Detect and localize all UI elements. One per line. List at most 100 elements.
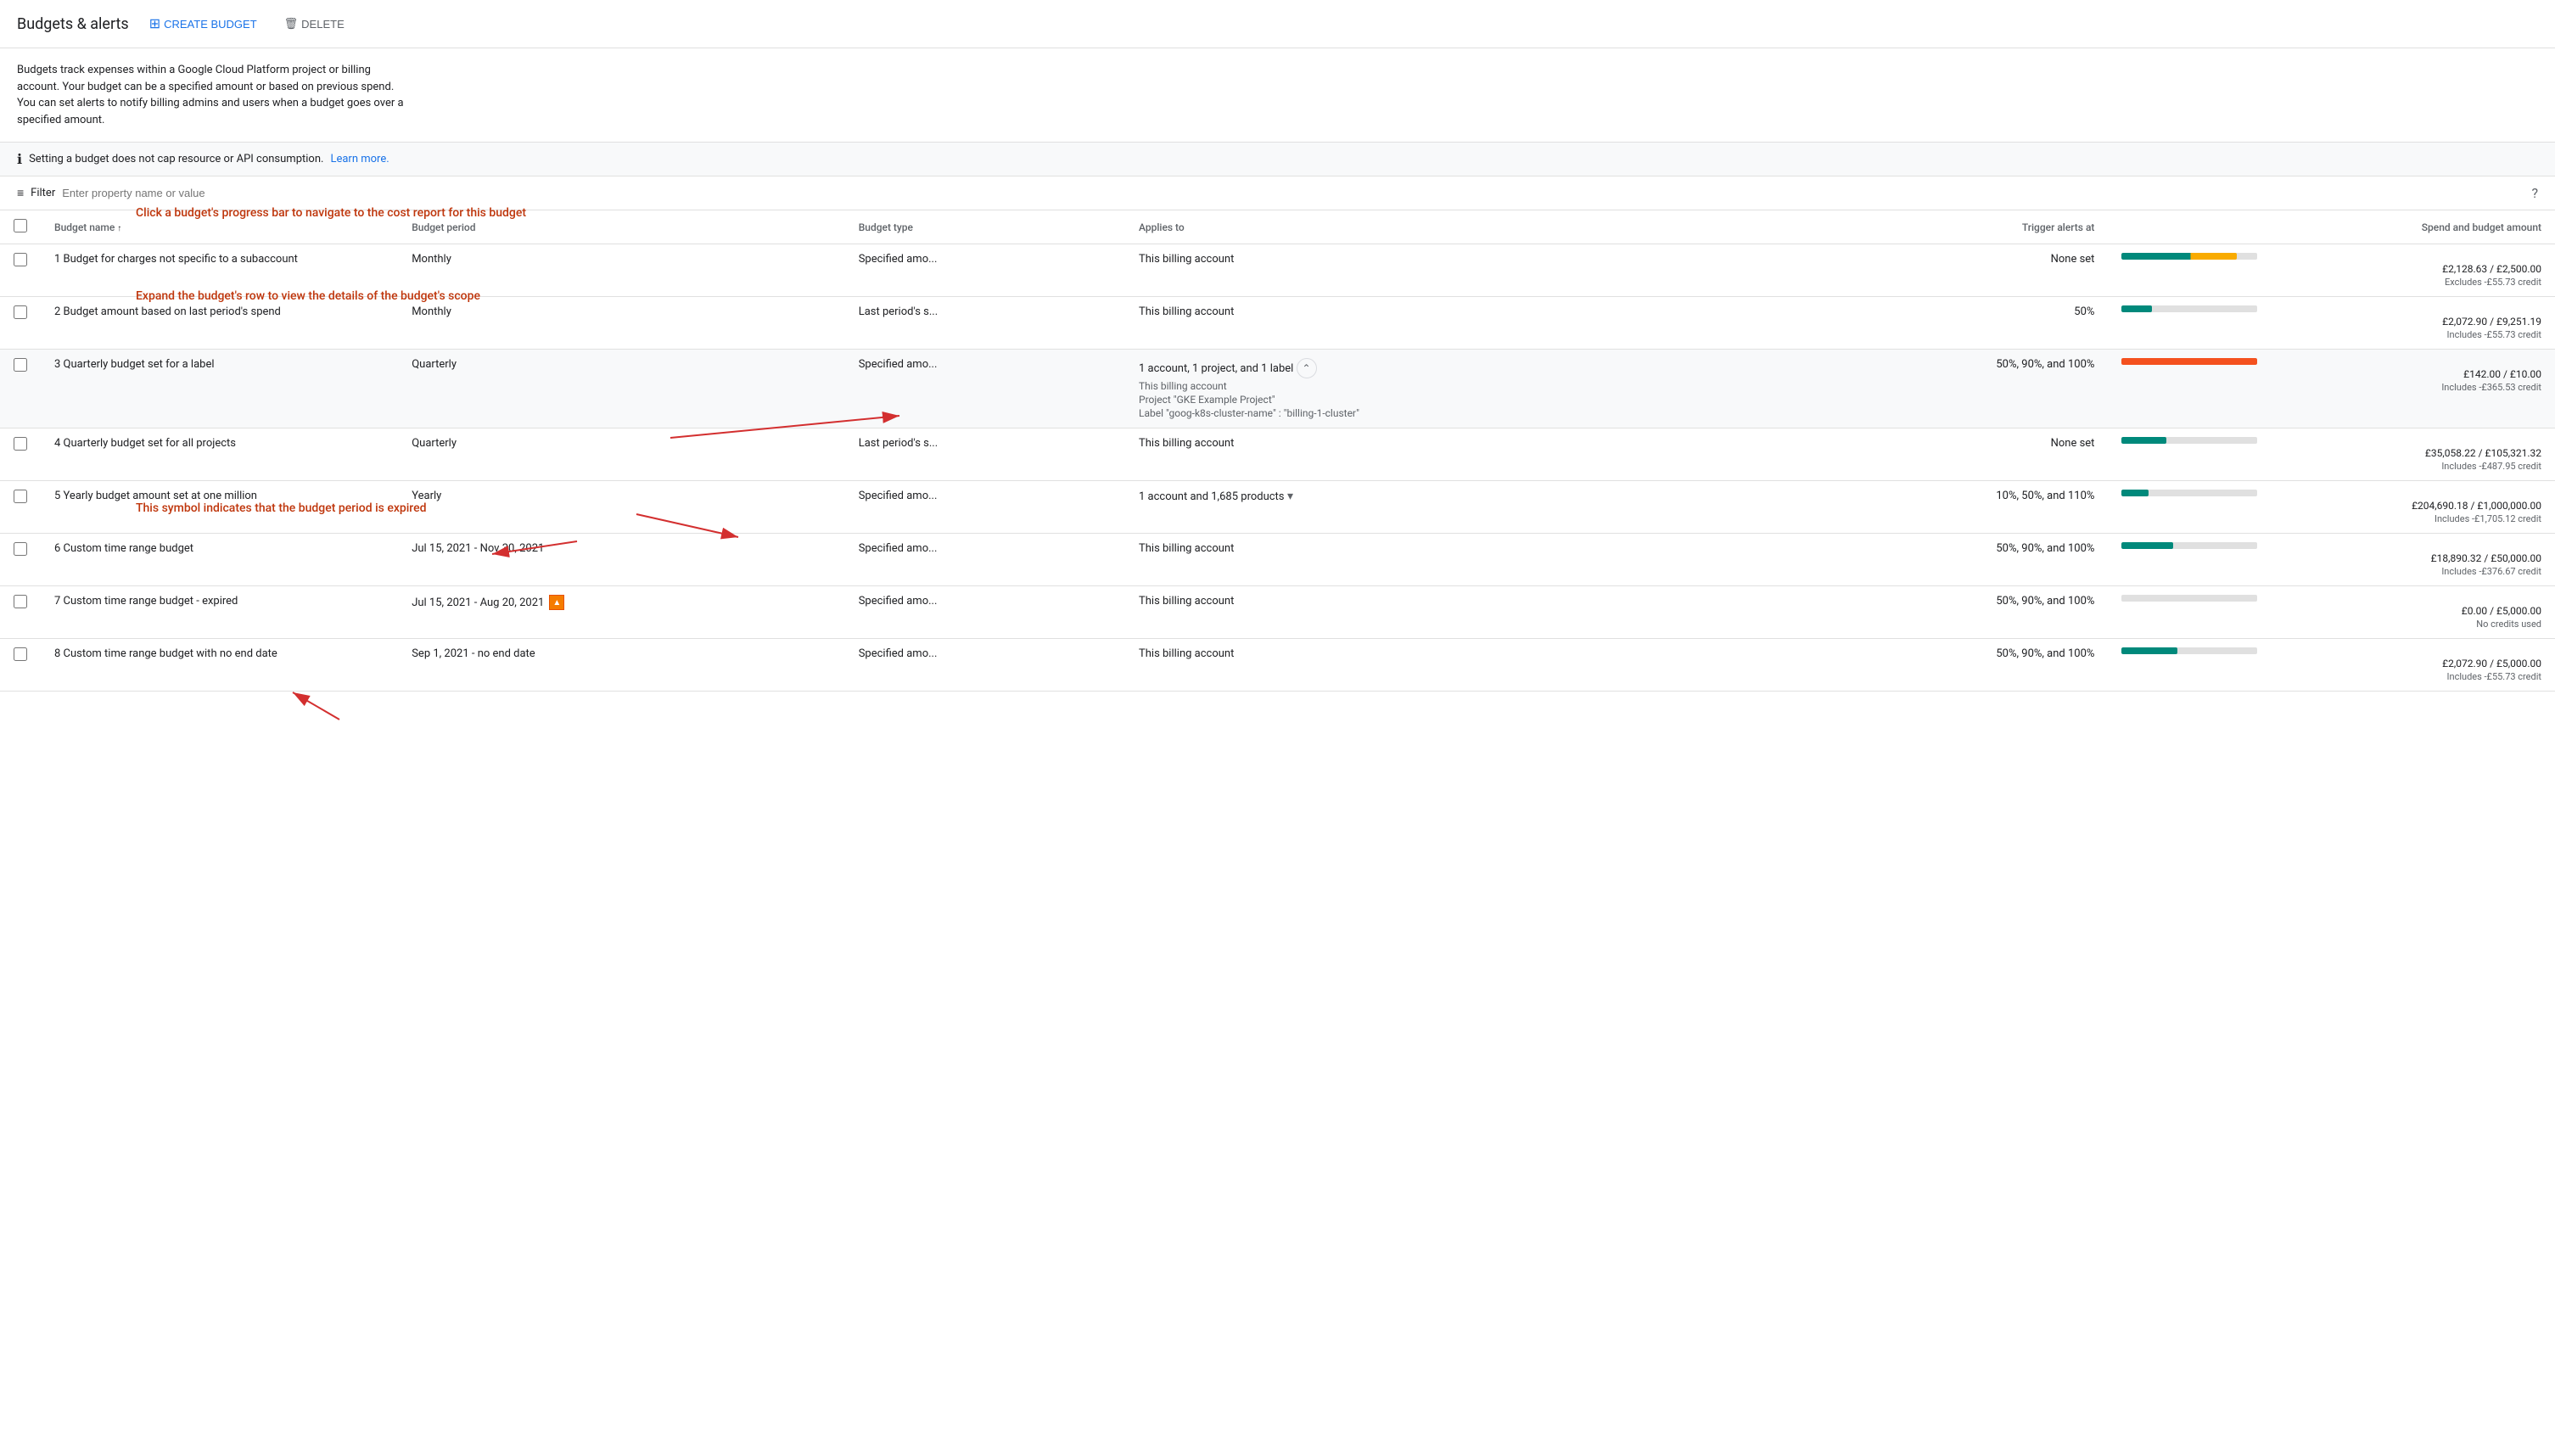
row-checkbox-cell[interactable] xyxy=(0,244,41,297)
applies-to-text: This billing account xyxy=(1139,437,1234,450)
progress-fill xyxy=(2121,647,2177,654)
budget-period-text: Monthly xyxy=(412,253,451,266)
applies-to-cell: This billing account xyxy=(1125,244,1778,297)
spend-cell: £18,890.32 / £50,000.00 Includes -£376.6… xyxy=(2108,534,2555,586)
spend-amount: £2,072.90 / £5,000.00 xyxy=(2121,658,2541,669)
budget-type-cell: Specified amo... xyxy=(845,350,1125,428)
sort-icon[interactable]: ↑ xyxy=(117,224,121,233)
budget-period-cell: Jul 15, 2021 - Aug 20, 2021 ▲ xyxy=(398,586,845,639)
col-header-spend: Spend and budget amount xyxy=(2108,210,2555,244)
applies-to-text: This billing account xyxy=(1139,542,1234,555)
spend-cell: £2,128.63 / £2,500.00 Excludes -£55.73 c… xyxy=(2108,244,2555,297)
applies-to-text: 1 account and 1,685 products xyxy=(1139,490,1285,503)
progress-bar[interactable] xyxy=(2121,253,2257,260)
learn-more-link[interactable]: Learn more. xyxy=(330,153,389,165)
budget-type-text: Specified amo... xyxy=(859,647,938,660)
trigger-text: 50%, 90%, and 100% xyxy=(1996,647,2094,660)
table-row: 4 Quarterly budget set for all projects … xyxy=(0,428,2555,481)
row-checkbox-cell[interactable] xyxy=(0,586,41,639)
trigger-text: 50% xyxy=(2074,305,2094,318)
progress-fill xyxy=(2121,253,2237,260)
budget-period-text: Yearly xyxy=(412,490,441,502)
row-checkbox-cell[interactable] xyxy=(0,639,41,692)
applies-to-cell: 1 account, 1 project, and 1 label ⌃ This… xyxy=(1125,350,1778,428)
progress-bar[interactable] xyxy=(2121,542,2257,549)
col-header-budget-name: Budget name ↑ xyxy=(41,210,398,244)
spend-credit: Includes -£1,705.12 credit xyxy=(2121,513,2541,524)
applies-to-text: This billing account xyxy=(1139,595,1234,608)
col-header-trigger: Trigger alerts at xyxy=(1778,210,2109,244)
row-checkbox[interactable] xyxy=(14,305,27,319)
spend-cell: £0.00 / £5,000.00 No credits used xyxy=(2108,586,2555,639)
row-checkbox[interactable] xyxy=(14,358,27,372)
spend-credit: Includes -£55.73 credit xyxy=(2121,671,2541,682)
spend-amount: £0.00 / £5,000.00 xyxy=(2121,605,2541,617)
budget-type-cell: Specified amo... xyxy=(845,244,1125,297)
progress-bar[interactable] xyxy=(2121,305,2257,312)
row-checkbox[interactable] xyxy=(14,253,27,266)
progress-bar[interactable] xyxy=(2121,490,2257,496)
row-checkbox-cell[interactable] xyxy=(0,297,41,350)
expand-row-button[interactable]: ⌃ xyxy=(1297,358,1317,378)
delete-button[interactable]: 🗑 DELETE xyxy=(277,12,351,36)
col-header-budget-period: Budget period xyxy=(398,210,845,244)
filter-input[interactable] xyxy=(62,187,2524,199)
table-row: 8 Custom time range budget with no end d… xyxy=(0,639,2555,692)
row-checkbox[interactable] xyxy=(14,647,27,661)
applies-to-cell: This billing account xyxy=(1125,534,1778,586)
budget-name-text: 4 Quarterly budget set for all projects xyxy=(54,437,236,450)
create-budget-button[interactable]: ⊞ CREATE BUDGET xyxy=(143,10,264,37)
help-icon[interactable]: ? xyxy=(2531,185,2538,201)
row-checkbox[interactable] xyxy=(14,437,27,451)
row-checkbox[interactable] xyxy=(14,542,27,556)
spend-cell: £2,072.90 / £5,000.00 Includes -£55.73 c… xyxy=(2108,639,2555,692)
row-checkbox-cell[interactable] xyxy=(0,481,41,534)
progress-bar[interactable] xyxy=(2121,358,2257,365)
budget-name-text: 1 Budget for charges not specific to a s… xyxy=(54,253,298,266)
table-row: 1 Budget for charges not specific to a s… xyxy=(0,244,2555,297)
budget-period-cell: Yearly xyxy=(398,481,845,534)
row-checkbox[interactable] xyxy=(14,595,27,608)
trigger-cell: 10%, 50%, and 110% xyxy=(1778,481,2109,534)
applies-detail: Label "goog-k8s-cluster-name" : "billing… xyxy=(1139,407,1764,419)
budget-name-cell: 4 Quarterly budget set for all projects xyxy=(41,428,398,481)
progress-fill xyxy=(2121,437,2166,444)
row-checkbox-cell[interactable] xyxy=(0,350,41,428)
budget-name-cell: 2 Budget amount based on last period's s… xyxy=(41,297,398,350)
table-row: 6 Custom time range budget Jul 15, 2021 … xyxy=(0,534,2555,586)
progress-bar[interactable] xyxy=(2121,647,2257,654)
budget-type-cell: Specified amo... xyxy=(845,586,1125,639)
select-all-checkbox[interactable] xyxy=(14,219,27,232)
applies-to-cell: This billing account xyxy=(1125,297,1778,350)
trigger-text: 50%, 90%, and 100% xyxy=(1996,358,2094,371)
row-checkbox-cell[interactable] xyxy=(0,534,41,586)
dropdown-arrow[interactable]: ▾ xyxy=(1285,490,1294,503)
trigger-cell: 50%, 90%, and 100% xyxy=(1778,586,2109,639)
select-all-header[interactable] xyxy=(0,210,41,244)
applies-to-cell: This billing account xyxy=(1125,428,1778,481)
filter-bar: ≡ Filter ? xyxy=(0,176,2555,210)
budget-period-text: Quarterly xyxy=(412,358,457,371)
plus-icon: ⊞ xyxy=(149,15,160,32)
filter-icon: ≡ xyxy=(17,186,24,200)
budget-type-cell: Last period's s... xyxy=(845,428,1125,481)
applies-detail: This billing account xyxy=(1139,380,1764,392)
budget-type-text: Last period's s... xyxy=(859,437,938,450)
spend-amount: £142.00 / £10.00 xyxy=(2121,368,2541,380)
progress-bar[interactable] xyxy=(2121,595,2257,602)
applies-to-cell: This billing account xyxy=(1125,586,1778,639)
budget-type-cell: Specified amo... xyxy=(845,481,1125,534)
budget-period-cell: Sep 1, 2021 - no end date xyxy=(398,639,845,692)
budget-name-text: 2 Budget amount based on last period's s… xyxy=(54,305,281,318)
progress-bar[interactable] xyxy=(2121,437,2257,444)
budget-period-cell: Quarterly xyxy=(398,350,845,428)
table-row: 2 Budget amount based on last period's s… xyxy=(0,297,2555,350)
trigger-cell: 50%, 90%, and 100% xyxy=(1778,534,2109,586)
row-checkbox[interactable] xyxy=(14,490,27,503)
budget-name-text: 5 Yearly budget amount set at one millio… xyxy=(54,490,257,502)
row-checkbox-cell[interactable] xyxy=(0,428,41,481)
spend-cell: £2,072.90 / £9,251.19 Includes -£55.73 c… xyxy=(2108,297,2555,350)
page-header: Budgets & alerts ⊞ CREATE BUDGET 🗑 DELET… xyxy=(0,0,2555,48)
table-row: 3 Quarterly budget set for a label Quart… xyxy=(0,350,2555,428)
budget-type-text: Specified amo... xyxy=(859,358,938,371)
